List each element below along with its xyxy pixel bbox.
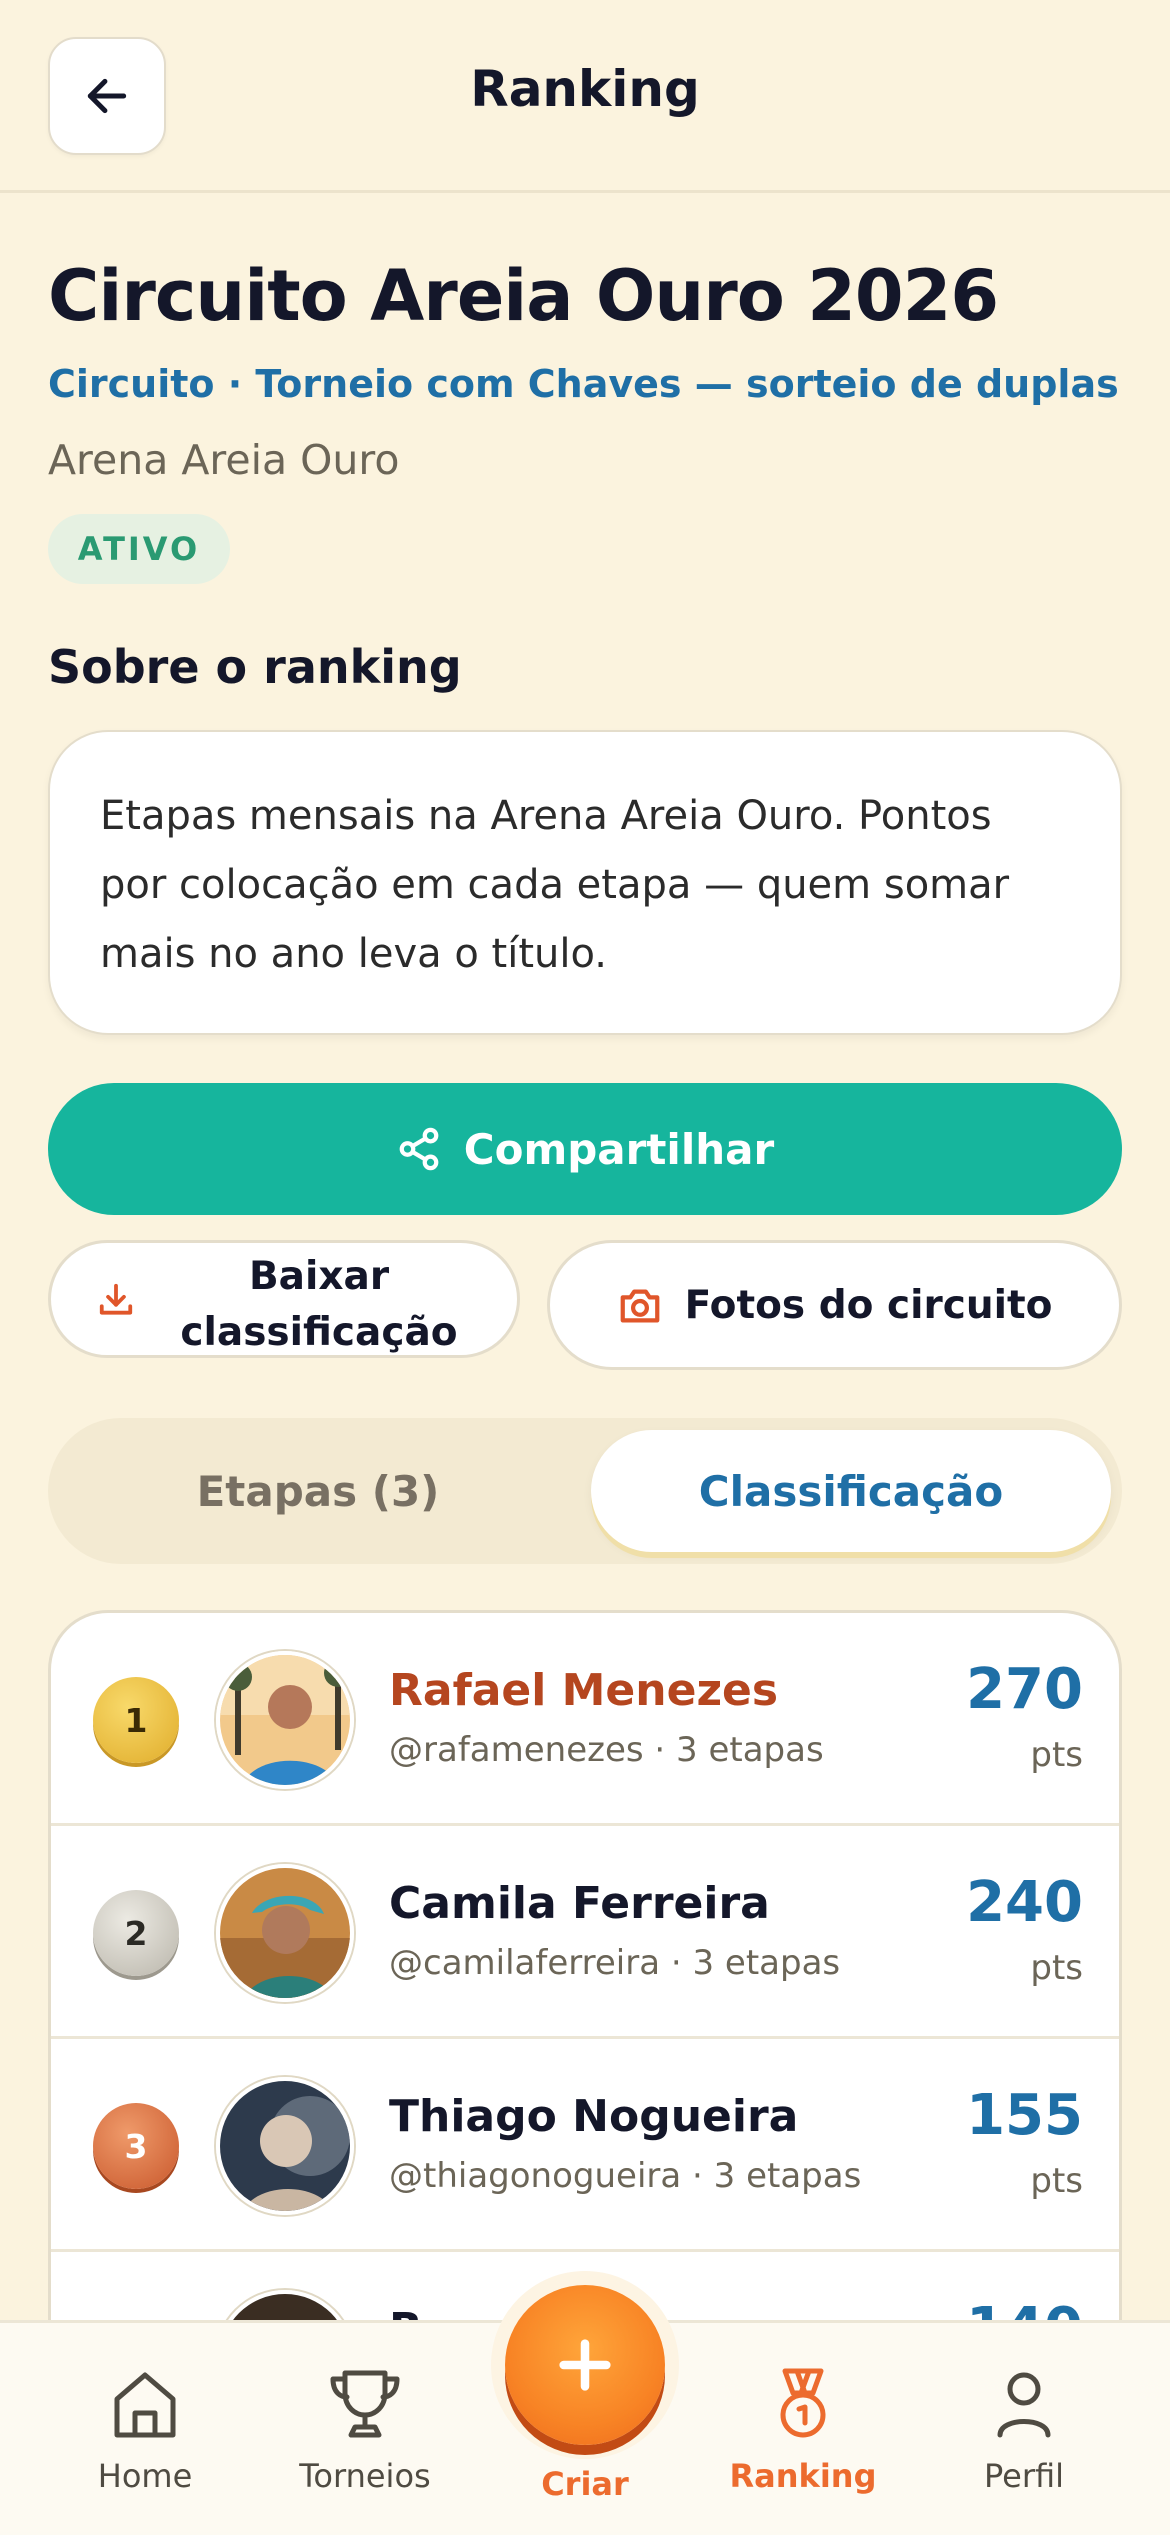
avatar [216,2077,354,2215]
camera-icon [620,1289,659,1323]
download-ranking-button[interactable]: Baixar classificação [48,1240,520,1358]
player-points: 270 [966,1657,1083,1722]
trophy-icon [330,2370,400,2438]
circuit-venue: Arena Areia Ouro [48,436,400,484]
nav-torneios-label: Torneios [299,2457,431,2495]
silver-medal: 2 [93,1890,179,1976]
circuit-title: Circuito Areia Ouro 2026 [48,255,999,337]
nav-ranking-label: Ranking [729,2457,877,2495]
ranking-list: 1 Rafael Menezes @rafamenezes · 3 etapas… [48,1610,1122,2390]
player-meta: @camilaferreira · 3 etapas [389,1943,841,1983]
player-meta: @rafamenezes · 3 etapas [389,1730,824,1770]
player-name: Rafael Menezes [389,1665,779,1716]
nav-ranking[interactable]: Ranking [723,2363,883,2495]
nav-criar-label: Criar [541,2465,629,2503]
avatar [216,1651,354,1789]
create-button[interactable] [505,2285,665,2445]
player-name: Camila Ferreira [389,1878,770,1929]
nav-home-label: Home [97,2457,193,2495]
nav-perfil-label: Perfil [983,2457,1065,2495]
nav-perfil[interactable]: Perfil [944,2363,1104,2495]
tab-classificacao[interactable]: Classificação [591,1430,1111,1552]
circuit-subtitle: Circuito · Torneio com Chaves — sorteio … [48,362,1119,406]
points-unit: pts [1030,1948,1083,1988]
nav-home[interactable]: Home [65,2363,225,2495]
about-text: Etapas mensais na Arena Areia Ouro. Pont… [100,793,1010,977]
ranking-row[interactable]: 2 Camila Ferreira @camilaferreira · 3 et… [51,1826,1119,2039]
page-title: Ranking [470,60,700,118]
share-icon [399,1127,439,1171]
share-label: Compartilhar [463,1124,775,1174]
bottom-navigation: Home Torneios Criar Ranking Perfil [0,2285,1170,2535]
ranking-row[interactable]: 1 Rafael Menezes @rafamenezes · 3 etapas… [51,1613,1119,1826]
photos-button[interactable]: Fotos do circuito [547,1240,1122,1370]
nav-torneios[interactable]: Torneios [285,2363,445,2495]
player-points: 240 [966,1870,1083,1935]
status-badge: ATIVO [48,514,230,584]
about-heading: Sobre o ranking [48,640,462,694]
points-unit: pts [1030,1735,1083,1775]
medal-icon [780,2368,826,2438]
avatar [216,1864,354,2002]
ranking-row[interactable]: 3 Thiago Nogueira @thiagonogueira · 3 et… [51,2039,1119,2252]
top-bar: Ranking [0,0,1170,193]
bronze-medal: 3 [93,2103,179,2189]
gold-medal: 1 [93,1677,179,1763]
photos-label: Fotos do circuito [684,1282,1053,1328]
about-card: Etapas mensais na Arena Areia Ouro. Pont… [48,730,1122,1035]
player-meta: @thiagonogueira · 3 etapas [389,2156,862,2196]
home-icon [114,2372,176,2438]
share-button[interactable]: Compartilhar [48,1083,1122,1215]
player-name: Thiago Nogueira [389,2091,799,2142]
points-unit: pts [1030,2161,1083,2201]
download-label: Baixar classificação [180,1254,458,1355]
plus-icon [559,2339,611,2391]
download-icon [99,1283,133,1315]
tab-etapas[interactable]: Etapas (3) [48,1418,588,1564]
user-icon [997,2372,1051,2438]
player-points: 155 [966,2083,1083,2148]
ranking-tabs: Etapas (3) Classificação [48,1418,1122,1564]
